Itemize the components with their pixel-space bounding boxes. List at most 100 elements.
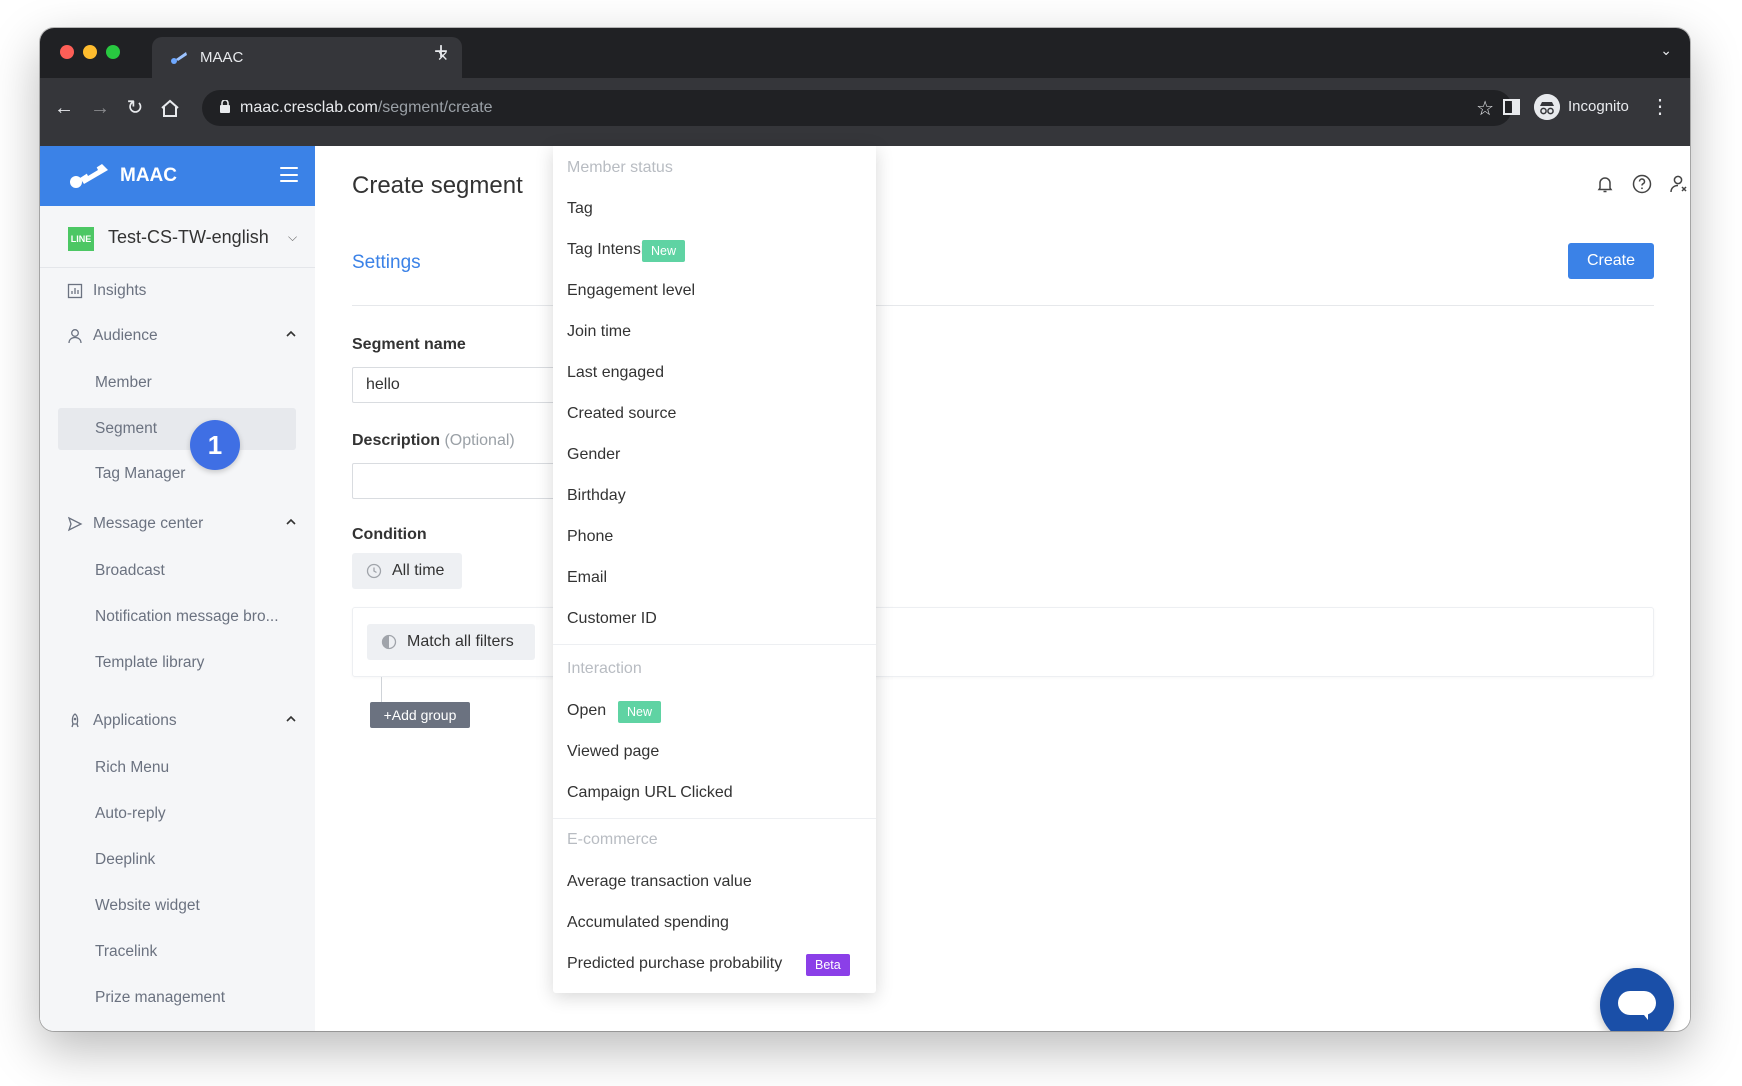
sidebar-item-deeplink[interactable]: Deeplink [40,840,315,880]
chevron-up-icon [286,518,296,525]
sidebar-item-message-center[interactable]: Message center [40,504,315,544]
sidebar-item-label: Applications [93,712,177,729]
sidebar: MAAC LINE Test-CS-TW-english ⌵ Insights … [40,146,315,1031]
beta-badge: Beta [806,954,850,976]
sidebar-item-template-library[interactable]: Template library [40,643,315,683]
close-window-button[interactable] [60,45,74,59]
incognito-icon[interactable] [1534,94,1560,120]
sidebar-item-applications[interactable]: Applications [40,701,315,741]
bookmark-star-icon[interactable]: ☆ [1476,96,1494,121]
dropdown-group-header: Interaction [553,649,876,689]
page-title: Create segment [352,172,523,199]
chevron-up-icon [286,715,296,722]
dropdown-option-email[interactable]: Email [553,558,876,598]
dropdown-option-birthday[interactable]: Birthday [553,476,876,516]
help-icon[interactable] [1632,174,1652,194]
sidebar-item-tracelink[interactable]: Tracelink [40,932,315,972]
match-mode-label: Match all filters [407,633,514,650]
dropdown-option-open[interactable]: Open New [553,691,876,731]
dropdown-option-last-engaged[interactable]: Last engaged [553,353,876,393]
app-content: MAAC LINE Test-CS-TW-english ⌵ Insights … [40,146,1690,1031]
side-panel-icon[interactable] [1503,99,1520,115]
sidebar-item-rich-menu[interactable]: Rich Menu [40,748,315,788]
forward-icon[interactable]: → [88,96,112,120]
optional-hint: (Optional) [444,432,515,449]
settings-tab[interactable]: Settings [352,252,421,274]
browser-menu-icon[interactable]: ⋮ [1650,96,1670,118]
description-input[interactable] [352,463,572,499]
dropdown-option-tag[interactable]: Tag [553,189,876,229]
step-marker-1: 1 [190,420,240,470]
dropdown-option-predicted-purchase-probability[interactable]: Predicted purchase probability Beta [553,944,876,984]
bell-icon[interactable] [1595,174,1615,194]
sidebar-item-audience[interactable]: Audience [40,316,315,356]
add-group-button[interactable]: +Add group [370,702,470,728]
header-divider [352,305,1654,306]
chevron-down-icon: ⌵ [288,230,298,244]
user-icon [68,329,82,344]
group-divider [553,644,876,645]
url-path: /segment/create [377,99,493,116]
dropdown-option-engagement-level[interactable]: Engagement level [553,271,876,311]
account-icon[interactable] [1669,174,1689,194]
rocket-icon [71,713,79,728]
minimize-window-button[interactable] [83,45,97,59]
maximize-window-button[interactable] [106,45,120,59]
reload-icon[interactable]: ↻ [123,96,147,120]
match-mode-selector[interactable]: Match all filters [367,624,535,660]
dropdown-option-tag-intensity[interactable]: Tag Intensity New [553,230,876,270]
dropdown-option-average-transaction-value[interactable]: Average transaction value [553,862,876,902]
option-label: Phone [567,528,614,545]
dropdown-option-gender[interactable]: Gender [553,435,876,475]
option-label: Customer ID [567,610,657,627]
sidebar-item-segment[interactable]: Segment [40,408,315,450]
segment-name-input[interactable]: hello [352,367,572,403]
browser-tab[interactable]: MAAC × [152,37,462,78]
send-icon [67,516,83,532]
sidebar-item-member[interactable]: Member [40,363,315,403]
filter-group-card: Match all filters [352,607,1654,677]
dropdown-option-phone[interactable]: Phone [553,517,876,557]
dropdown-option-customer-id[interactable]: Customer ID [553,599,876,639]
sidebar-item-label: Audience [93,327,158,344]
browser-window: MAAC × + ⌄ ← → ↻ maac.cresclab.com/segme… [40,28,1690,1031]
tab-search-chevron-icon[interactable]: ⌄ [1660,42,1672,59]
dropdown-option-campaign-url-clicked[interactable]: Campaign URL Clicked [553,773,876,813]
group-header-label: Member status [567,159,673,176]
address-bar[interactable]: maac.cresclab.com/segment/create ☆ [202,90,1512,126]
incognito-label: Incognito [1568,98,1629,115]
option-label: Tag [567,200,593,217]
sidebar-item-notification-message[interactable]: Notification message bro... [40,597,315,637]
time-range-selector[interactable]: All time [352,553,462,589]
filter-type-dropdown: Member status Tag Tag Intensity New Engag… [553,146,876,993]
sidebar-item-label: Message center [93,515,204,532]
sidebar-item-label: Notification message bro... [95,608,279,625]
menu-toggle-icon[interactable] [280,167,298,182]
tab-title: MAAC [200,49,244,66]
create-button[interactable]: Create [1568,243,1654,279]
back-icon[interactable]: ← [52,96,76,120]
chevron-up-icon [286,330,296,337]
sidebar-item-auto-reply[interactable]: Auto-reply [40,794,315,834]
sidebar-item-website-widget[interactable]: Website widget [40,886,315,926]
chat-bubble-icon [1618,991,1656,1015]
account-switcher[interactable]: LINE Test-CS-TW-english ⌵ [40,206,315,268]
active-highlight [58,408,296,450]
option-label: Birthday [567,487,626,504]
home-icon[interactable] [158,98,182,118]
option-label: Average transaction value [567,873,752,890]
sidebar-item-tag-manager[interactable]: Tag Manager [40,454,315,494]
maac-favicon-icon [171,52,187,64]
sidebar-item-broadcast[interactable]: Broadcast [40,551,315,591]
dropdown-option-join-time[interactable]: Join time [553,312,876,352]
sidebar-item-insights[interactable]: Insights [40,271,315,311]
sidebar-item-prize-management[interactable]: Prize management [40,978,315,1018]
dropdown-option-viewed-page[interactable]: Viewed page [553,732,876,772]
time-range-label: All time [392,562,445,579]
sidebar-item-label: Auto-reply [95,805,166,822]
option-label: Last engaged [567,364,664,381]
dropdown-option-accumulated-spending[interactable]: Accumulated spending [553,903,876,943]
new-tab-button[interactable]: + [434,40,448,64]
chat-bubble-tail [1640,1010,1648,1020]
dropdown-option-created-source[interactable]: Created source [553,394,876,434]
